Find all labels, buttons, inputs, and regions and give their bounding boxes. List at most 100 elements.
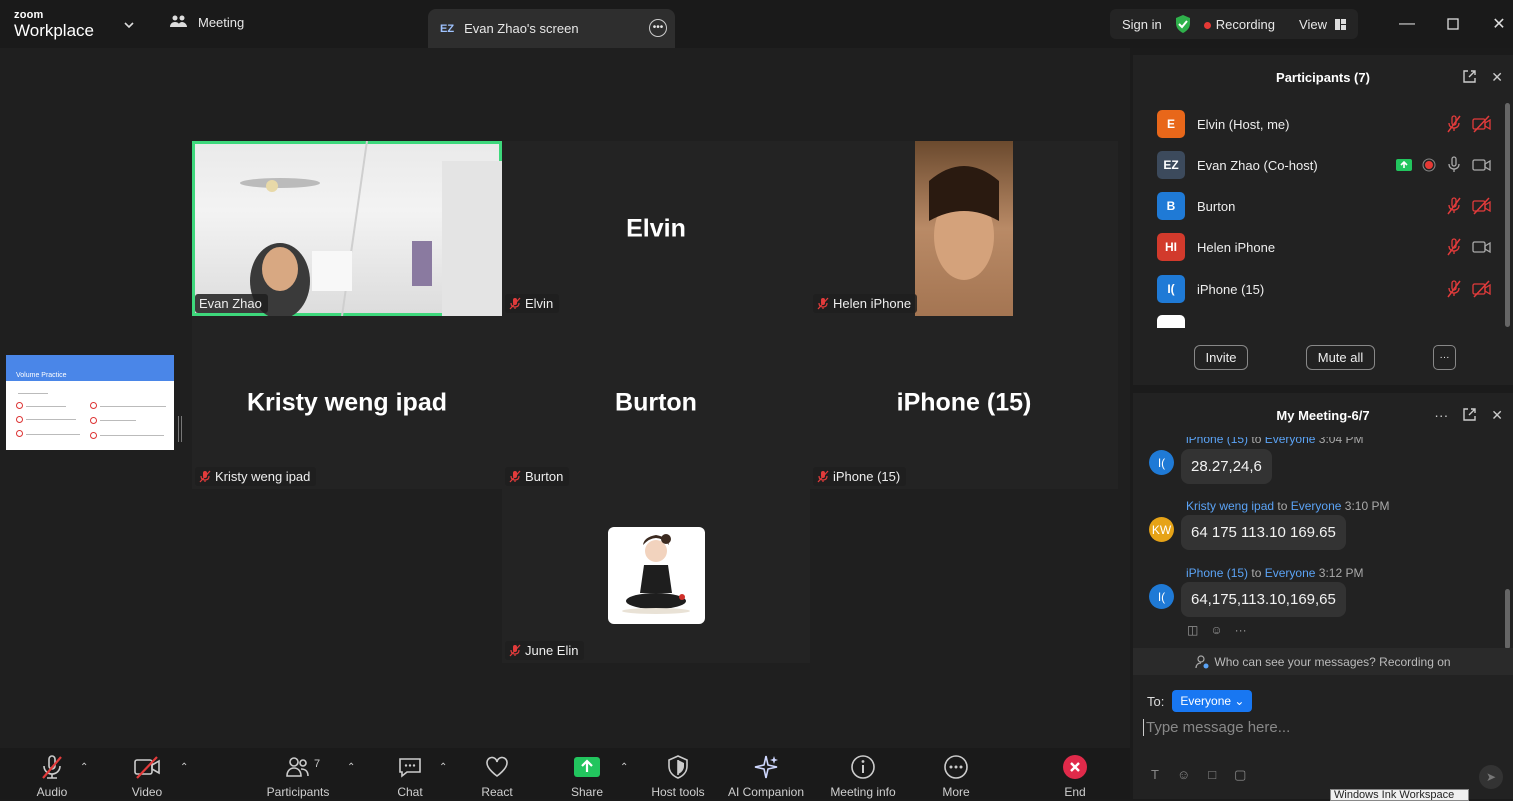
meeting-info-button[interactable]: Meeting info: [818, 754, 908, 799]
video-button[interactable]: Video: [102, 754, 192, 799]
message-bubble[interactable]: 64,175,113.10,169,65: [1181, 582, 1346, 617]
share-options-caret-icon[interactable]: ⌃: [620, 762, 628, 773]
mic-muted-icon[interactable]: [1446, 238, 1462, 256]
more-icon: [944, 755, 968, 779]
more-options-button[interactable]: ···: [1433, 345, 1456, 370]
invite-button[interactable]: Invite: [1194, 345, 1248, 370]
avatar: B: [1157, 192, 1185, 220]
message-target: Everyone: [1290, 499, 1342, 513]
sign-in-button[interactable]: Sign in: [1110, 17, 1174, 32]
audio-options-caret-icon[interactable]: ⌃: [80, 762, 88, 773]
participant-status: [1446, 238, 1492, 256]
name-tag: Helen iPhone: [813, 294, 918, 313]
host-tools-button[interactable]: Host tools: [633, 754, 723, 799]
message-sender[interactable]: iPhone (15): [1186, 566, 1248, 580]
text-format-icon[interactable]: T: [1151, 767, 1159, 783]
minimize-icon[interactable]: —: [1395, 12, 1419, 36]
mic-muted-icon[interactable]: [1446, 197, 1462, 215]
chat-options-caret-icon[interactable]: ⌃: [439, 762, 447, 773]
recording-label: Recording: [1215, 16, 1276, 32]
thumb-line: [100, 420, 136, 421]
chat-scrollbar[interactable]: [1505, 589, 1510, 649]
file-icon[interactable]: □: [1208, 767, 1216, 783]
end-button[interactable]: End: [1030, 754, 1120, 799]
shield-icon: [668, 755, 688, 779]
participant-row[interactable]: EZ Evan Zhao (Co-host): [1157, 145, 1492, 185]
message-sender[interactable]: iPhone (15): [1186, 437, 1248, 446]
participant-row[interactable]: HI Helen iPhone: [1157, 227, 1492, 267]
share-button[interactable]: Share: [542, 754, 632, 799]
message-input[interactable]: Type message here...: [1143, 719, 1290, 736]
tab-shared-screen[interactable]: EZ Evan Zhao's screen •••: [428, 9, 675, 48]
share-label: Share: [570, 785, 604, 799]
mic-muted-icon[interactable]: [1446, 115, 1462, 133]
participants-scrollbar[interactable]: [1505, 103, 1510, 327]
message-to-word: to: [1251, 437, 1262, 446]
emoji-icon[interactable]: ☺: [1177, 767, 1190, 783]
chat-label: Chat: [397, 785, 423, 799]
video-off-icon[interactable]: [1472, 197, 1492, 215]
close-icon[interactable]: ✕: [1487, 12, 1511, 36]
chevron-down-icon[interactable]: [122, 18, 136, 32]
panel-resize-handle[interactable]: [178, 416, 182, 442]
react-button[interactable]: React: [452, 754, 542, 799]
video-icon[interactable]: [1472, 156, 1492, 174]
message-meta: iPhone (15) to Everyone 3:12 PM: [1186, 566, 1364, 580]
participant-row[interactable]: E Elvin (Host, me): [1157, 104, 1492, 144]
message-bubble[interactable]: 28.27,24,6: [1181, 449, 1272, 484]
tab-meeting[interactable]: Meeting: [170, 14, 244, 30]
message-bubble[interactable]: 64 175 113.10 169.65: [1181, 515, 1346, 550]
video-tile-evan-zhao[interactable]: Evan Zhao: [192, 141, 502, 316]
video-options-caret-icon[interactable]: ⌃: [180, 762, 188, 773]
mic-icon[interactable]: [1446, 156, 1462, 174]
more-options-icon[interactable]: •••: [649, 19, 667, 37]
ai-companion-button[interactable]: AI Companion: [721, 754, 811, 799]
shared-screen-thumbnail[interactable]: Volume Practice: [6, 355, 174, 450]
pop-out-icon[interactable]: [1462, 69, 1477, 87]
send-icon[interactable]: ➤: [1479, 765, 1503, 789]
video-off-icon[interactable]: [1472, 115, 1492, 133]
meeting-toolbar: Audio ⌃ Video ⌃ Participants 7 ⌃ Chat ⌃ …: [0, 748, 1130, 799]
zoom-logo[interactable]: zoom Workplace: [14, 10, 94, 40]
thumb-line: [100, 406, 166, 407]
person-face-icon: [929, 166, 999, 280]
audio-button[interactable]: Audio: [7, 754, 97, 799]
video-tile-june-elin[interactable]: June Elin: [502, 489, 810, 663]
video-off-icon[interactable]: [1472, 280, 1492, 298]
participants-options-caret-icon[interactable]: ⌃: [347, 762, 355, 773]
recipient-dropdown[interactable]: Everyone ⌄: [1172, 690, 1253, 712]
video-tile-iphone-15[interactable]: iPhone (15) iPhone (15): [810, 316, 1118, 489]
video-icon[interactable]: [1472, 238, 1492, 256]
chat-button[interactable]: Chat: [365, 754, 455, 799]
video-tile-elvin[interactable]: Elvin Elvin: [502, 141, 810, 316]
reply-icon[interactable]: ◫: [1187, 623, 1198, 637]
shield-check-icon[interactable]: [1174, 14, 1192, 34]
mute-all-button[interactable]: Mute all: [1306, 345, 1375, 370]
recording-indicator[interactable]: Recording: [1192, 17, 1287, 32]
chat-privacy-notice[interactable]: Who can see your messages? Recording on: [1133, 648, 1513, 675]
participant-row-partial[interactable]: [1157, 315, 1492, 328]
tab-meeting-label: Meeting: [198, 14, 245, 30]
close-icon[interactable]: ✕: [1491, 69, 1503, 87]
more-button[interactable]: More: [911, 754, 1001, 799]
maximize-icon[interactable]: [1441, 12, 1465, 36]
video-tile-kristy[interactable]: Kristy weng ipad Kristy weng ipad: [192, 316, 502, 489]
mic-muted-icon: [817, 297, 829, 310]
more-icon[interactable]: ···: [1235, 623, 1247, 637]
video-tile-helen-iphone[interactable]: Helen iPhone: [810, 141, 1118, 316]
view-button[interactable]: View: [1287, 17, 1358, 32]
mic-muted-icon[interactable]: [1446, 280, 1462, 298]
close-icon[interactable]: ✕: [1491, 407, 1503, 425]
avatar: EZ: [1157, 151, 1185, 179]
video-tile-burton[interactable]: Burton Burton: [502, 316, 810, 489]
screenshot-icon[interactable]: ▢: [1234, 767, 1246, 783]
participant-row[interactable]: I( iPhone (15): [1157, 269, 1492, 309]
participants-button[interactable]: Participants: [253, 754, 343, 799]
participant-row[interactable]: B Burton: [1157, 186, 1492, 226]
message-sender[interactable]: Kristy weng ipad: [1186, 499, 1274, 513]
emoji-reaction-icon[interactable]: ☺: [1210, 623, 1222, 637]
participant-name: Elvin: [525, 296, 554, 311]
pop-out-icon[interactable]: [1462, 407, 1477, 425]
more-icon[interactable]: ···: [1434, 407, 1448, 425]
participant-name: Helen iPhone: [1197, 239, 1276, 255]
